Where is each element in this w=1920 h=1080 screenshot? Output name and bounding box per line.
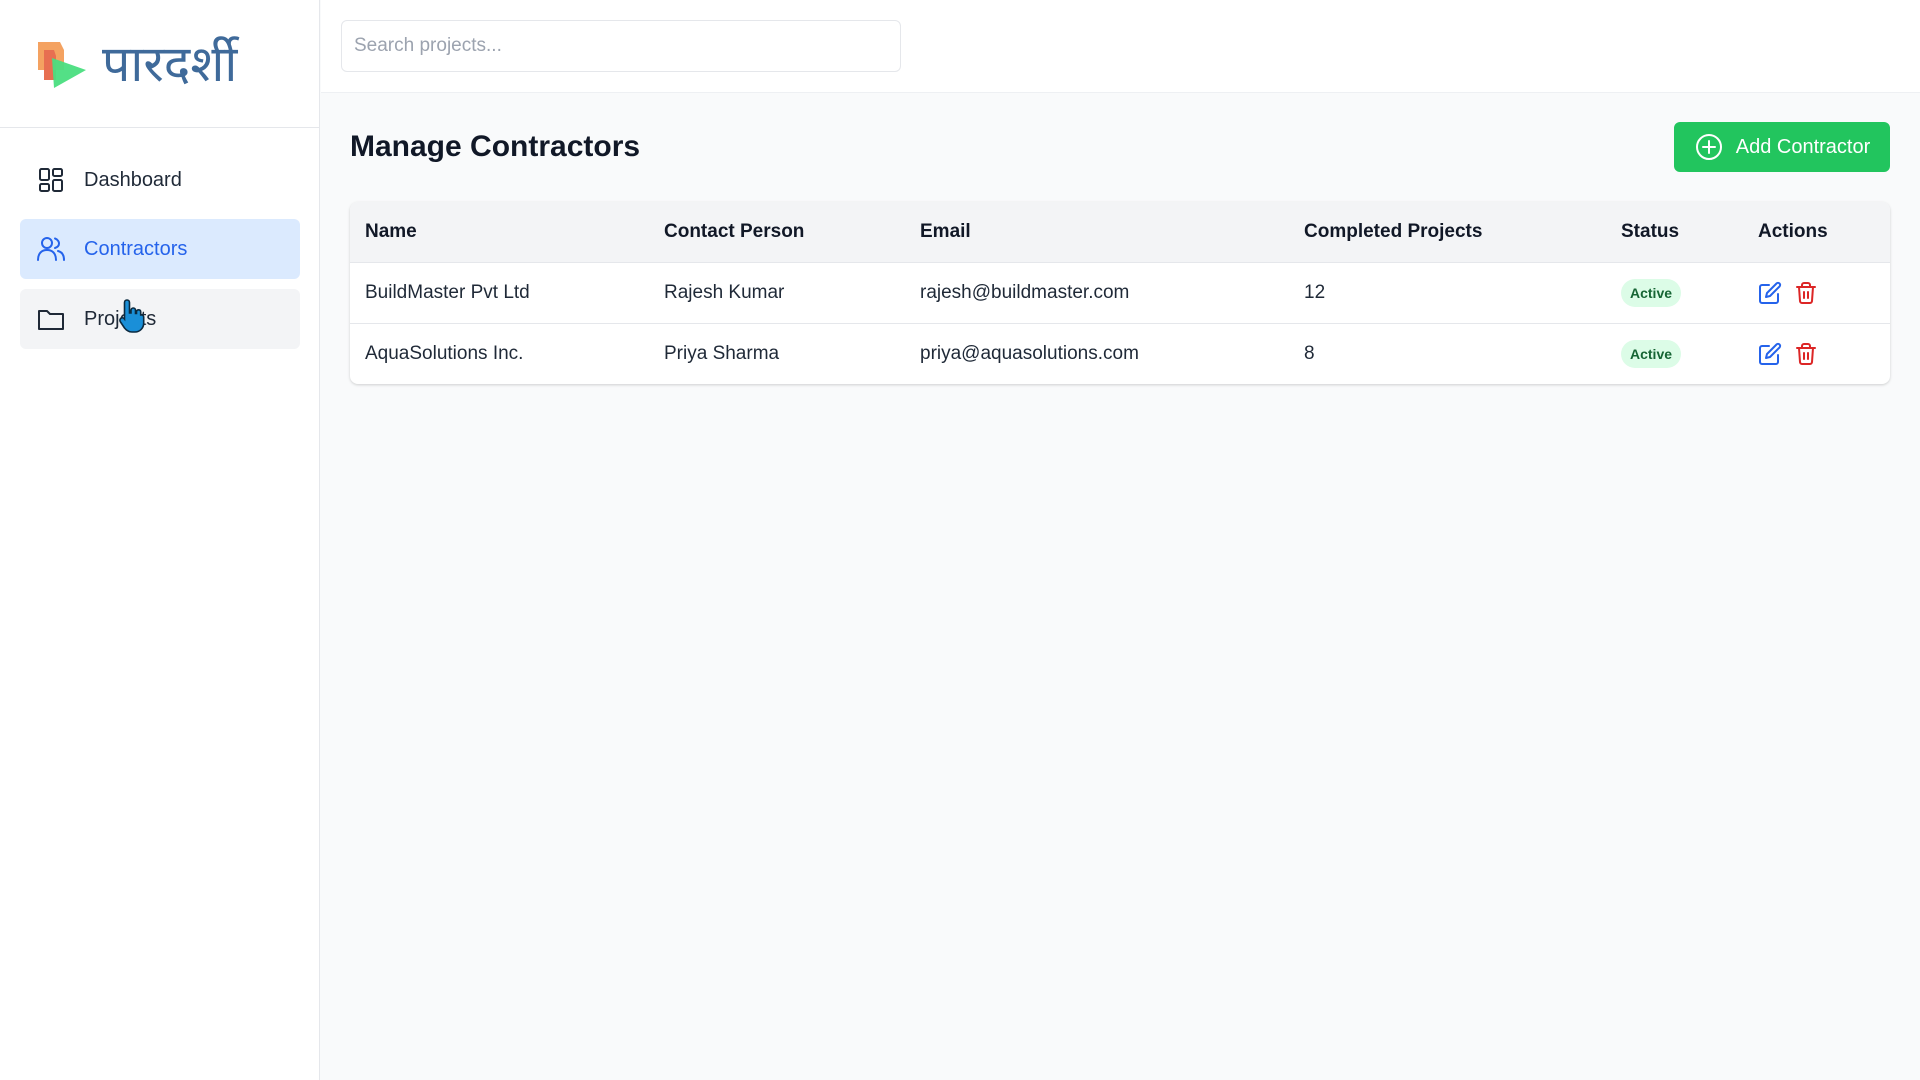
column-header-completed-projects: Completed Projects [1304, 220, 1483, 242]
sidebar-item-label: Dashboard [84, 168, 182, 191]
sidebar-item-projects[interactable]: Projects [20, 289, 300, 349]
edit-icon[interactable] [1758, 342, 1782, 366]
table-row: AquaSolutions Inc. Priya Sharma priya@aq… [350, 323, 1890, 384]
contractor-email: rajesh@buildmaster.com [920, 281, 1130, 303]
logo[interactable]: पारदर्शी [0, 0, 319, 128]
hand-cursor-icon [119, 299, 145, 333]
column-header-contact-person: Contact Person [664, 220, 805, 242]
row-actions [1758, 281, 1890, 305]
logo-icon [38, 41, 86, 88]
add-contractor-button[interactable]: Add Contractor [1674, 122, 1890, 172]
column-header-actions: Actions [1758, 220, 1828, 242]
folder-icon [36, 304, 66, 334]
contact-person: Rajesh Kumar [664, 281, 785, 303]
sidebar-item-label: Contractors [84, 237, 188, 260]
contractor-name: AquaSolutions Inc. [365, 342, 524, 364]
users-icon [36, 234, 66, 264]
column-header-status: Status [1621, 220, 1680, 242]
delete-icon[interactable] [1794, 342, 1818, 366]
dashboard-grid-icon [36, 165, 66, 195]
logo-text: पारदर्शी [102, 34, 238, 93]
search-input[interactable] [341, 20, 901, 72]
contact-person: Priya Sharma [664, 342, 780, 364]
edit-icon[interactable] [1758, 281, 1782, 305]
status-badge: Active [1621, 278, 1682, 307]
row-actions [1758, 342, 1890, 366]
add-contractor-label: Add Contractor [1735, 135, 1871, 158]
delete-icon[interactable] [1794, 281, 1818, 305]
table-row: BuildMaster Pvt Ltd Rajesh Kumar rajesh@… [350, 262, 1890, 323]
contractor-email: priya@aquasolutions.com [920, 342, 1139, 364]
plus-circle-icon [1694, 132, 1724, 162]
status-badge: Active [1621, 339, 1682, 368]
contractor-name: BuildMaster Pvt Ltd [365, 281, 530, 303]
column-header-email: Email [920, 220, 971, 242]
completed-projects: 8 [1304, 342, 1315, 364]
page-title: Manage Contractors [350, 130, 641, 163]
sidebar-item-contractors[interactable]: Contractors [20, 219, 300, 279]
sidebar: पारदर्शी Dashboard Contractors [0, 0, 320, 1080]
contractors-table: Name Contact Person Email Completed Proj… [350, 202, 1890, 384]
table-header-row: Name Contact Person Email Completed Proj… [350, 202, 1890, 262]
sidebar-item-dashboard[interactable]: Dashboard [20, 150, 300, 210]
completed-projects: 12 [1304, 281, 1326, 303]
top-bar [321, 0, 1920, 93]
column-header-name: Name [365, 220, 417, 242]
